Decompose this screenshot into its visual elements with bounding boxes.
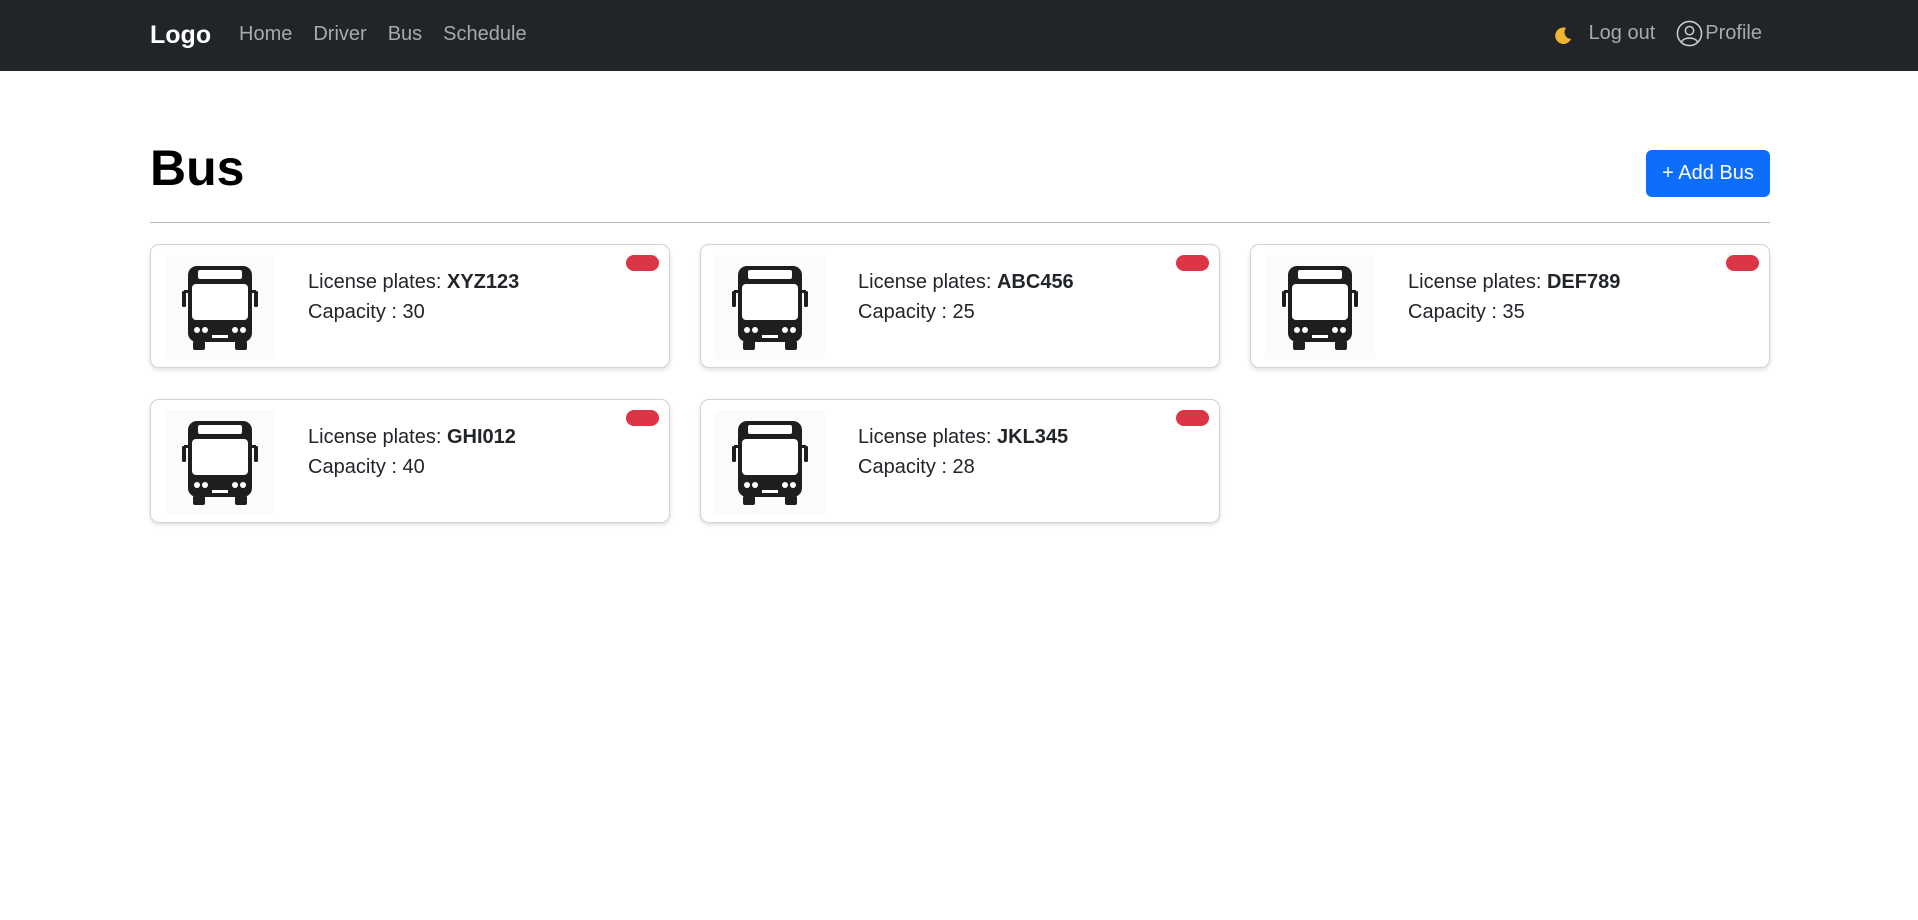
license-plate-line: License plates: XYZ123: [308, 267, 519, 297]
capacity-line: Capacity : 25: [858, 297, 1074, 327]
bus-icon: [1282, 266, 1358, 350]
bus-icon: [732, 421, 808, 505]
profile-label: Profile: [1705, 22, 1762, 44]
nav-link-schedule[interactable]: Schedule: [443, 23, 526, 46]
license-plate-value: GHI012: [446, 426, 516, 448]
capacity-value: 25: [952, 301, 975, 323]
nav-right: Log out Profile: [1552, 20, 1762, 47]
nav-link-driver[interactable]: Driver: [313, 23, 366, 46]
license-plate-label: License plates:: [308, 426, 447, 448]
page-title: Bus: [150, 140, 245, 196]
navbar: Logo Home Driver Bus Schedule Log out Pr…: [0, 0, 1918, 71]
capacity-line: Capacity : 28: [858, 452, 1068, 482]
license-plate-line: License plates: ABC456: [858, 267, 1074, 297]
bus-card[interactable]: License plates: ABC456 Capacity : 25: [700, 244, 1220, 368]
license-plate-label: License plates:: [308, 271, 447, 293]
license-plate-value: JKL345: [996, 426, 1069, 448]
capacity-line: Capacity : 40: [308, 452, 516, 482]
license-plate-value: XYZ123: [446, 271, 520, 293]
delete-button[interactable]: [626, 255, 659, 271]
capacity-line: Capacity : 35: [1408, 297, 1620, 327]
bus-icon: [182, 421, 258, 505]
bus-card[interactable]: License plates: GHI012 Capacity : 40: [150, 399, 670, 523]
bus-icon: [182, 266, 258, 350]
capacity-label: Capacity :: [858, 301, 953, 323]
capacity-value: 28: [952, 456, 975, 478]
brand-logo[interactable]: Logo: [150, 21, 211, 50]
delete-button[interactable]: [1726, 255, 1759, 271]
capacity-value: 40: [402, 456, 425, 478]
theme-toggle[interactable]: [1552, 23, 1589, 45]
nav-link-home[interactable]: Home: [239, 23, 292, 46]
bus-info: License plates: DEF789 Capacity : 35: [1408, 267, 1620, 327]
bus-image: [165, 410, 275, 514]
add-bus-button[interactable]: + Add Bus: [1646, 150, 1770, 197]
bus-image: [715, 255, 825, 359]
capacity-value: 30: [402, 301, 425, 323]
person-circle-icon: [1676, 20, 1703, 47]
license-plate-line: License plates: GHI012: [308, 422, 516, 452]
license-plate-label: License plates:: [858, 271, 997, 293]
divider: [150, 222, 1770, 223]
bus-card[interactable]: License plates: DEF789 Capacity : 35: [1250, 244, 1770, 368]
license-plate-line: License plates: JKL345: [858, 422, 1068, 452]
license-plate-value: DEF789: [1546, 271, 1621, 293]
bus-image: [165, 255, 275, 359]
license-plate-label: License plates:: [1408, 271, 1547, 293]
bus-card[interactable]: License plates: XYZ123 Capacity : 30: [150, 244, 670, 368]
bus-image: [715, 410, 825, 514]
bus-info: License plates: GHI012 Capacity : 40: [308, 422, 516, 482]
license-plate-line: License plates: DEF789: [1408, 267, 1620, 297]
logout-link[interactable]: Log out: [1589, 22, 1656, 45]
delete-button[interactable]: [1176, 255, 1209, 271]
bus-icon: [732, 266, 808, 350]
bus-image: [1265, 255, 1375, 359]
bus-info: License plates: XYZ123 Capacity : 30: [308, 267, 519, 327]
license-plate-value: ABC456: [996, 271, 1074, 293]
nav-link-bus[interactable]: Bus: [388, 23, 422, 46]
license-plate-label: License plates:: [858, 426, 997, 448]
delete-button[interactable]: [626, 410, 659, 426]
capacity-line: Capacity : 30: [308, 297, 519, 327]
bus-card[interactable]: License plates: JKL345 Capacity : 28: [700, 399, 1220, 523]
profile-link[interactable]: Profile: [1676, 20, 1762, 47]
capacity-label: Capacity :: [308, 301, 403, 323]
nav-links: Home Driver Bus Schedule: [239, 23, 527, 46]
capacity-value: 35: [1502, 301, 1525, 323]
moon-icon: [1554, 26, 1571, 44]
bus-info: License plates: JKL345 Capacity : 28: [858, 422, 1068, 482]
bus-info: License plates: ABC456 Capacity : 25: [858, 267, 1074, 327]
capacity-label: Capacity :: [858, 456, 953, 478]
capacity-label: Capacity :: [308, 456, 403, 478]
capacity-label: Capacity :: [1408, 301, 1503, 323]
delete-button[interactable]: [1176, 410, 1209, 426]
